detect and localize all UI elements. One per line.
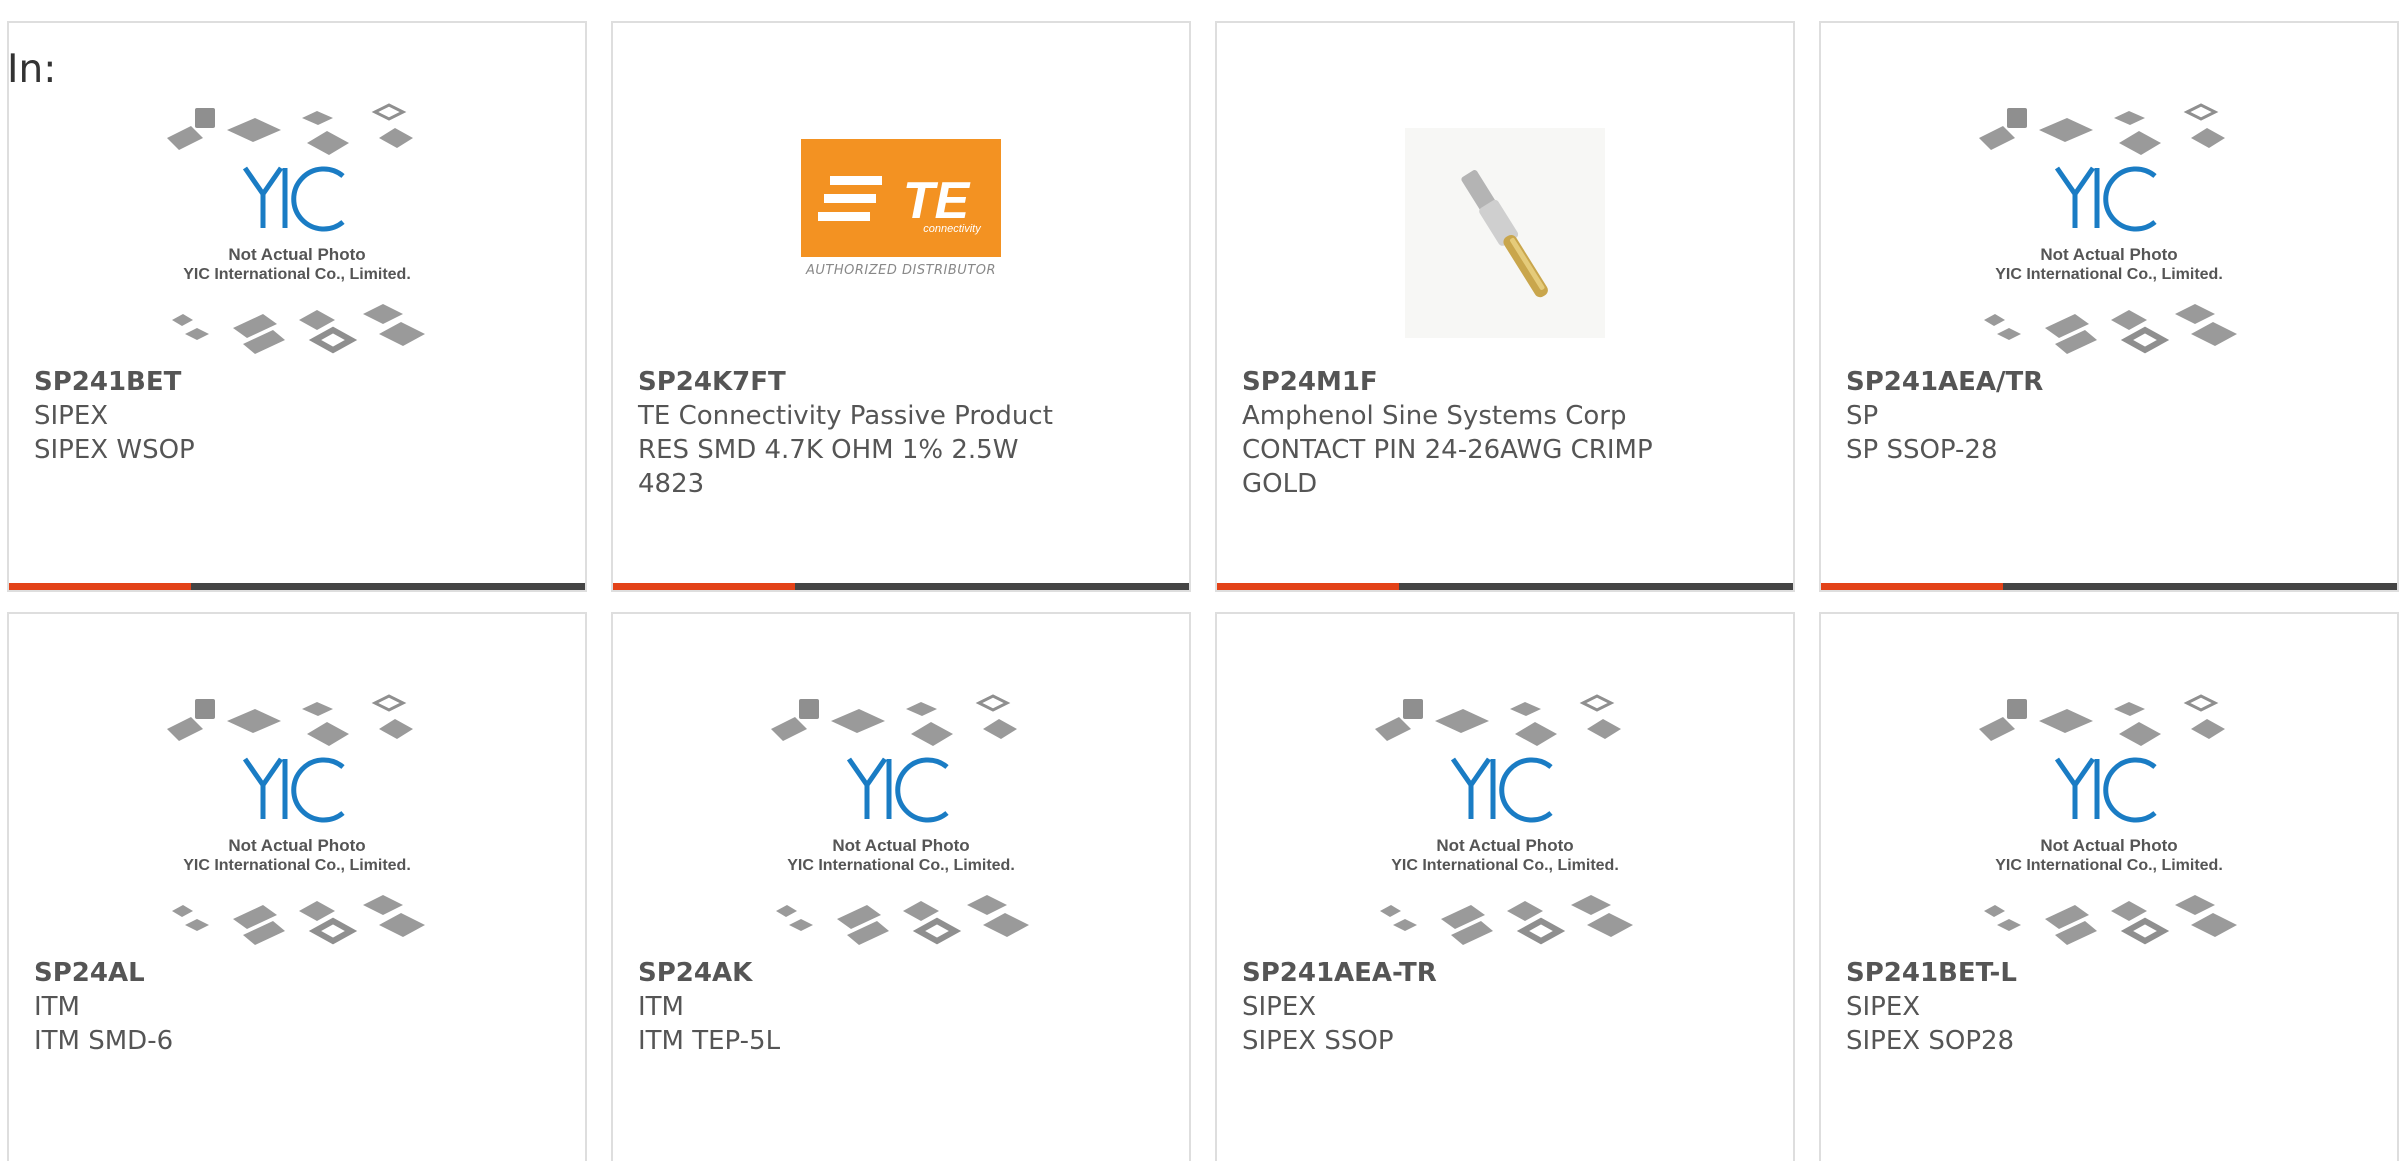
svg-text:Not Actual Photo: Not Actual Photo (2040, 245, 2177, 264)
yic-placeholder-image: Not Actual Photo YIC International Co., … (771, 694, 1029, 945)
part-number-link[interactable]: SP24AL (34, 956, 454, 990)
manufacturer: TE Connectivity Passive Product (638, 401, 1053, 431)
contact-pin-image (1405, 128, 1605, 338)
svg-text:Not Actual Photo: Not Actual Photo (2040, 836, 2177, 855)
description: SP SSOP-28 (1846, 435, 1998, 465)
product-card[interactable]: Not Actual Photo YIC International Co., … (1819, 21, 2399, 592)
product-info: SP24M1F Amphenol Sine Systems Corp CONTACT… (1242, 365, 1662, 501)
svg-text:YIC International Co., Limited: YIC International Co., Limited. (1995, 266, 2223, 283)
product-card[interactable]: Not Actual Photo YIC International Co., … (1215, 612, 1795, 1161)
product-image[interactable]: Not Actual Photo YIC International Co., … (613, 674, 1189, 974)
yic-placeholder-image: Not Actual Photo YIC International Co., … (167, 103, 425, 354)
part-number-link[interactable]: SP24AK (638, 956, 1058, 990)
svg-text:YIC International Co., Limited: YIC International Co., Limited. (183, 857, 411, 874)
description: ITM SMD-6 (34, 1026, 174, 1056)
part-number-link[interactable]: SP241BET-L (1846, 956, 2266, 990)
description: SIPEX WSOP (34, 435, 195, 465)
svg-text:TE: TE (903, 172, 971, 230)
manufacturer: SIPEX (34, 401, 109, 431)
manufacturer: SP (1846, 401, 1879, 431)
svg-text:connectivity: connectivity (923, 223, 982, 235)
product-info: SP241BET SIPEX SIPEX WSOP (34, 365, 454, 467)
description: RES SMD 4.7K OHM 1% 2.5W 4823 (638, 435, 1019, 499)
te-caption: AUTHORIZED DISTRIBUTOR (805, 262, 997, 278)
product-card[interactable]: Not Actual Photo YIC International Co., … (7, 21, 587, 592)
manufacturer: SIPEX (1242, 992, 1317, 1022)
card-accent-bar (613, 583, 795, 590)
product-image[interactable]: Not Actual Photo YIC International Co., … (1821, 674, 2397, 974)
page: In: Not Actual Photo YIC International C… (0, 0, 2400, 1161)
product-image[interactable]: Not Actual Photo YIC International Co., … (1821, 83, 2397, 383)
part-number-link[interactable]: SP241AEA/TR (1846, 365, 2266, 399)
card-accent-bar (1821, 583, 2003, 590)
svg-text:YIC International Co., Limited: YIC International Co., Limited. (1995, 857, 2223, 874)
svg-text:YIC International Co., Limited: YIC International Co., Limited. (787, 857, 1015, 874)
product-card[interactable]: TE connectivity AUTHORIZED DISTRIBUTOR S… (611, 21, 1191, 592)
svg-text:YIC International Co., Limited: YIC International Co., Limited. (1391, 857, 1619, 874)
card-bottom-bar (1821, 583, 2397, 590)
yic-placeholder-image: Not Actual Photo YIC International Co., … (1979, 103, 2237, 354)
description: SIPEX SOP28 (1846, 1026, 2015, 1056)
manufacturer: SIPEX (1846, 992, 1921, 1022)
manufacturer: Amphenol Sine Systems Corp (1242, 401, 1627, 431)
product-info: SP24K7FT TE Connectivity Passive Product R… (638, 365, 1058, 501)
yic-placeholder-image: Not Actual Photo YIC International Co., … (1375, 694, 1633, 945)
product-info: SP24AK ITM ITM TEP-5L (638, 956, 1058, 1058)
svg-text:Not Actual Photo: Not Actual Photo (1436, 836, 1573, 855)
manufacturer: ITM (638, 992, 684, 1022)
svg-text:Not Actual Photo: Not Actual Photo (228, 245, 365, 264)
product-card[interactable]: Not Actual Photo YIC International Co., … (1819, 612, 2399, 1161)
in-label: In: (7, 47, 57, 92)
product-card[interactable]: Not Actual Photo YIC International Co., … (7, 612, 587, 1161)
te-logo-box: TE connectivity (801, 138, 1001, 257)
part-number-link[interactable]: SP24K7FT (638, 365, 1058, 399)
te-logo: TE connectivity AUTHORIZED DISTRIBUTOR (801, 138, 1001, 278)
description: SIPEX SSOP (1242, 1026, 1394, 1056)
product-info: SP241AEA-TR SIPEX SIPEX SSOP (1242, 956, 1662, 1058)
product-image[interactable]: Not Actual Photo YIC International Co., … (9, 674, 585, 974)
description: CONTACT PIN 24-26AWG CRIMP GOLD (1242, 435, 1653, 499)
svg-text:Not Actual Photo: Not Actual Photo (228, 836, 365, 855)
part-number-link[interactable]: SP241AEA-TR (1242, 956, 1662, 990)
card-accent-bar (9, 583, 191, 590)
product-info: SP241AEA/TR SP SP SSOP-28 (1846, 365, 2266, 467)
product-image[interactable] (1217, 83, 1793, 383)
yic-placeholder-image: Not Actual Photo YIC International Co., … (1979, 694, 2237, 945)
product-image[interactable]: Not Actual Photo YIC International Co., … (1217, 674, 1793, 974)
manufacturer: ITM (34, 992, 80, 1022)
product-image[interactable]: TE connectivity AUTHORIZED DISTRIBUTOR (613, 83, 1189, 383)
yic-placeholder-image: Not Actual Photo YIC International Co., … (167, 694, 425, 945)
card-bottom-bar (613, 583, 1189, 590)
card-accent-bar (1217, 583, 1399, 590)
part-number-link[interactable]: SP24M1F (1242, 365, 1662, 399)
product-image[interactable]: Not Actual Photo YIC International Co., … (9, 83, 585, 383)
description: ITM TEP-5L (638, 1026, 781, 1056)
product-info: SP24AL ITM ITM SMD-6 (34, 956, 454, 1058)
part-number-link[interactable]: SP241BET (34, 365, 454, 399)
card-bottom-bar (1217, 583, 1793, 590)
svg-text:Not Actual Photo: Not Actual Photo (832, 836, 969, 855)
svg-text:YIC International Co., Limited: YIC International Co., Limited. (183, 266, 411, 283)
product-card[interactable]: SP24M1F Amphenol Sine Systems Corp CONTACT… (1215, 21, 1795, 592)
product-card[interactable]: Not Actual Photo YIC International Co., … (611, 612, 1191, 1161)
product-info: SP241BET-L SIPEX SIPEX SOP28 (1846, 956, 2266, 1058)
card-bottom-bar (9, 583, 585, 590)
product-grid: Not Actual Photo YIC International Co., … (7, 21, 2399, 1161)
